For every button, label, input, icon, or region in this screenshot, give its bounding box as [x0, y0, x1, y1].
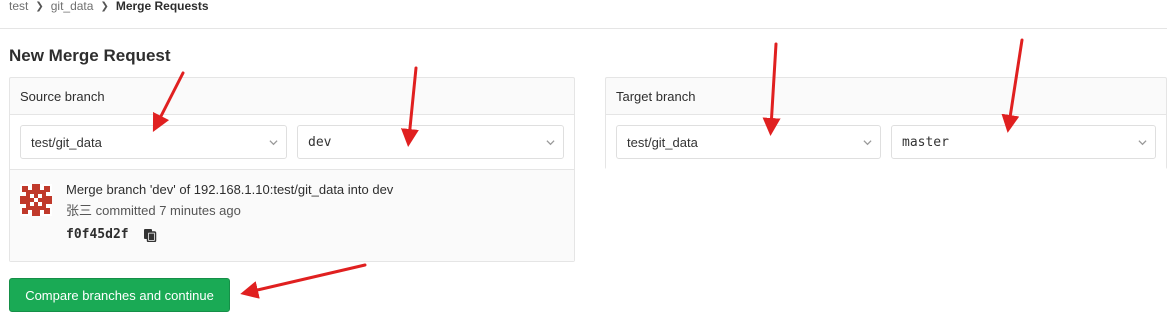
commit-author[interactable]: 张三 [66, 203, 92, 218]
annotation-arrow [240, 263, 367, 299]
page-title: New Merge Request [9, 46, 171, 65]
commit-sha-row: f0f45d2f [66, 227, 393, 242]
commit-sha[interactable]: f0f45d2f [66, 227, 129, 242]
target-branch-panel: Target branch test/git_data master [605, 77, 1167, 169]
chevron-down-icon [269, 140, 278, 146]
source-branch-select[interactable]: dev [297, 125, 564, 159]
chevron-right-icon: ❯ [100, 0, 109, 12]
copy-icon[interactable] [143, 228, 157, 242]
source-branch-panel: Source branch test/git_data dev Merge br… [9, 77, 575, 262]
source-branch-header: Source branch [10, 78, 574, 115]
commit-time: committed 7 minutes ago [95, 203, 241, 218]
target-project-select[interactable]: test/git_data [616, 125, 881, 159]
breadcrumb: test ❯ git_data ❯ Merge Requests [9, 0, 209, 15]
chevron-right-icon: ❯ [35, 0, 44, 12]
breadcrumb-current: Merge Requests [115, 0, 209, 13]
breadcrumb-item-test[interactable]: test [9, 0, 28, 13]
target-project-value: test/git_data [627, 134, 698, 150]
commit-info: Merge branch 'dev' of 192.168.1.10:test/… [10, 169, 574, 261]
source-branch-selectors: test/git_data dev [10, 115, 574, 169]
compare-branches-button[interactable]: Compare branches and continue [9, 278, 230, 312]
chevron-down-icon [1138, 140, 1147, 146]
chevron-down-icon [546, 140, 555, 146]
target-branch-select[interactable]: master [891, 125, 1156, 159]
avatar [20, 184, 52, 216]
commit-details: Merge branch 'dev' of 192.168.1.10:test/… [66, 182, 393, 251]
source-branch-value: dev [308, 134, 332, 150]
source-project-value: test/git_data [31, 134, 102, 150]
breadcrumb-item-git-data[interactable]: git_data [51, 0, 94, 13]
target-branch-selectors: test/git_data master [606, 115, 1166, 169]
commit-title[interactable]: Merge branch 'dev' of 192.168.1.10:test/… [66, 182, 393, 197]
chevron-down-icon [863, 140, 872, 146]
target-branch-value: master [902, 134, 949, 150]
target-branch-header: Target branch [606, 78, 1166, 115]
divider [0, 28, 1167, 29]
commit-meta: 张三 committed 7 minutes ago [66, 200, 393, 219]
source-project-select[interactable]: test/git_data [20, 125, 287, 159]
